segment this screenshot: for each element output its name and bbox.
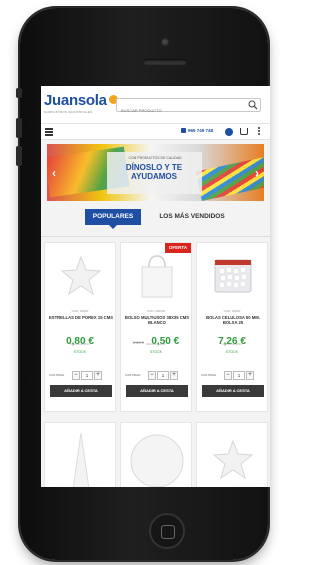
product-ref: COD. 000000	[146, 309, 166, 313]
stock-status: STOCK	[150, 350, 162, 354]
increase-qty-button[interactable]: +	[94, 371, 102, 380]
phone-link[interactable]: 966 749 748	[181, 128, 214, 134]
mute-switch[interactable]	[16, 88, 22, 98]
user-icon[interactable]	[225, 128, 233, 136]
product-image[interactable]	[127, 251, 187, 301]
product-card[interactable]: OFERTA COD. 000000 BOLSO MULTIUSOS 38X35…	[120, 242, 192, 412]
star-product-icon	[212, 439, 254, 480]
price-row: 0,60 € 0,50 €	[121, 331, 191, 349]
volume-down-button[interactable]	[16, 146, 22, 166]
decrease-qty-button[interactable]: −	[148, 371, 156, 380]
product-name[interactable]: BOLSO MULTIUSOS 38X35 CMS BLANCO	[124, 315, 190, 325]
product-tabs: POPULARES LOS MÁS VENDIDOS	[41, 207, 270, 229]
quantity-stepper: CANTIDAD − 1 +	[49, 371, 113, 380]
quantity-stepper: CANTIDAD − 1 +	[201, 371, 265, 380]
product-card[interactable]	[196, 422, 268, 487]
banner-next-arrow-icon[interactable]: ›	[252, 166, 262, 180]
increase-qty-button[interactable]: +	[246, 371, 254, 380]
earpiece-speaker	[143, 59, 187, 65]
camera-lens	[161, 38, 169, 46]
quantity-label: CANTIDAD	[49, 373, 65, 377]
vat-label: IVA INCLUIDO	[146, 342, 166, 346]
product-card[interactable]	[44, 422, 116, 487]
add-to-cart-button[interactable]: AÑADIR A CESTA	[126, 385, 188, 397]
search-box	[116, 98, 261, 117]
product-card[interactable]	[120, 422, 192, 487]
home-button[interactable]	[149, 513, 185, 549]
banner-title: DÍNOSLO Y TE AYUDAMOS	[125, 163, 183, 181]
add-to-cart-button[interactable]: AÑADIR A CESTA	[202, 385, 264, 397]
quantity-field[interactable]: 1	[157, 371, 169, 380]
tab-mas-vendidos[interactable]: LOS MÁS VENDIDOS	[149, 209, 235, 225]
stock-status: STOCK	[226, 350, 238, 354]
logo-text-accent: sola	[77, 92, 107, 109]
quantity-stepper: CANTIDAD − 1 +	[125, 371, 189, 380]
logo-text-main: Juan	[44, 92, 78, 109]
quantity-label: CANTIDAD	[125, 373, 141, 377]
product-image[interactable]	[51, 251, 111, 301]
decrease-qty-button[interactable]: −	[224, 371, 232, 380]
star-product-icon	[60, 255, 102, 296]
tab-populares[interactable]: POPULARES	[85, 209, 141, 229]
price-row: 0,80 €	[45, 331, 115, 349]
stock-status: STOCK	[74, 350, 86, 354]
banner-small-text: CON PRODUCTOS DE CALIDAD	[128, 156, 182, 160]
add-to-cart-button[interactable]: AÑADIR A CESTA	[50, 385, 112, 397]
site-header: Juansola SUMINISTROS INDUSTRIALES	[41, 86, 270, 124]
product-ref: COD. 00000	[223, 309, 241, 313]
decrease-qty-button[interactable]: −	[72, 371, 80, 380]
phone-icon	[181, 128, 186, 134]
product-name[interactable]: ESTRELLAS DE POREX 15 CMS	[48, 315, 114, 320]
product-card[interactable]: COD. 00000 BOLAS CELULOSA 50 MM. BOLSA 2…	[196, 242, 268, 412]
search-input[interactable]	[117, 104, 242, 117]
logo-tagline: SUMINISTROS INDUSTRIALES	[44, 110, 93, 114]
increase-qty-button[interactable]: +	[170, 371, 178, 380]
tabs-divider	[41, 236, 270, 237]
tote-bag-product-icon	[141, 255, 173, 298]
quantity-field[interactable]: 1	[233, 371, 245, 380]
product-image[interactable]	[203, 251, 263, 301]
volume-up-button[interactable]	[16, 118, 22, 138]
search-icon[interactable]	[248, 100, 258, 110]
menu-icon[interactable]	[45, 128, 53, 136]
site-logo[interactable]: Juansola SUMINISTROS INDUSTRIALES	[44, 92, 118, 114]
phone-number: 966 749 748	[188, 128, 214, 133]
product-name[interactable]: BOLAS CELULOSA 50 MM. BOLSA 25	[200, 315, 266, 325]
price-row: 7,26 €	[197, 331, 267, 349]
sphere-product-icon	[130, 434, 184, 487]
phone-screen: Juansola SUMINISTROS INDUSTRIALES 966 74…	[41, 86, 270, 487]
vat-label: IVA INCLUIDO	[70, 342, 90, 346]
hero-banner[interactable]: CON PRODUCTOS DE CALIDAD DÍNOSLO Y TE AY…	[47, 144, 264, 201]
vat-label: IVA INCLUIDO	[222, 342, 242, 346]
cone-product-icon	[72, 432, 90, 487]
cart-icon[interactable]	[240, 128, 248, 135]
header-toolbar: 966 749 748	[41, 124, 270, 140]
more-icon[interactable]	[258, 127, 261, 137]
product-ref: COD. 00000	[71, 309, 89, 313]
product-card[interactable]: COD. 00000 ESTRELLAS DE POREX 15 CMS 0,8…	[44, 242, 116, 412]
quantity-field[interactable]: 1	[81, 371, 93, 380]
quantity-label: CANTIDAD	[201, 373, 217, 377]
cellulose-balls-bag-icon	[214, 259, 252, 293]
banner-prev-arrow-icon[interactable]: ‹	[49, 166, 59, 180]
